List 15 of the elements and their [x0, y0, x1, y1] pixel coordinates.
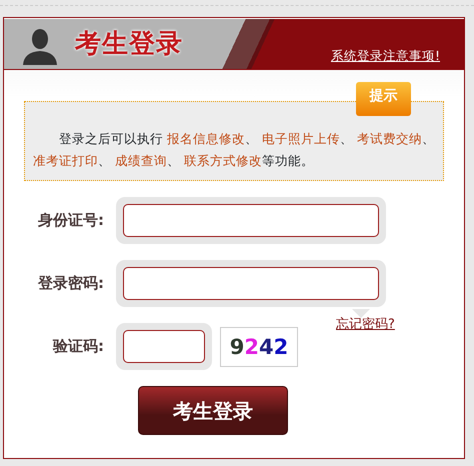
captcha-input[interactable]	[123, 330, 205, 363]
header-title: 考生登录	[75, 28, 183, 60]
input-field[interactable]	[123, 204, 379, 237]
input-field[interactable]	[123, 267, 379, 300]
user-icon	[21, 29, 59, 65]
frame-tail	[352, 309, 370, 318]
notice-link[interactable]: 系统登录注意事项!	[330, 46, 440, 66]
tip-text: 登录之后可以执行 报名信息修改、 电子照片上传、 考试费交纳、 准考证打印、 成绩查询、 联系方式修改等功能。	[33, 130, 435, 170]
login-button[interactable]: 考生登录	[138, 386, 288, 435]
tip-badge: 提示	[356, 82, 411, 116]
field-label: 登录密码:	[36, 273, 104, 294]
captcha-image: 9242	[220, 326, 298, 366]
forgot-password-link[interactable]: 忘记密码?	[336, 315, 395, 334]
field-label: 身份证号:	[37, 210, 104, 232]
field-label: 验证码:	[52, 336, 104, 358]
